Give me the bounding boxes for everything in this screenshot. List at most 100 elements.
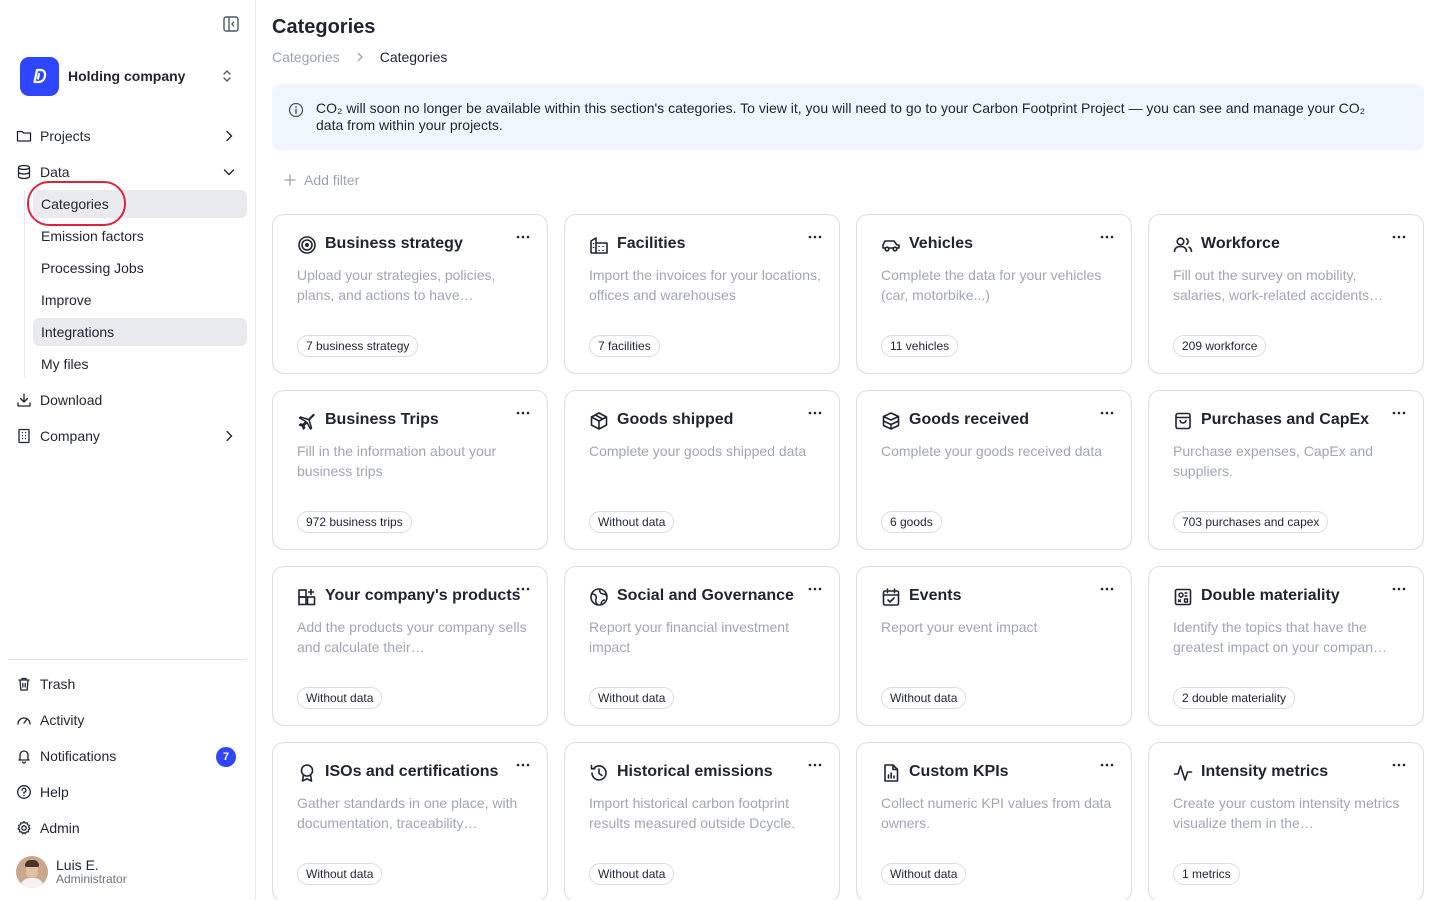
card-count-tag: 7 business strategy <box>297 335 419 357</box>
card-title: Goods received <box>909 411 1030 428</box>
category-card[interactable]: Goods shipped Complete your goods shipped… <box>564 390 840 550</box>
category-card[interactable]: Historical emissions Import historical ca… <box>564 742 840 900</box>
card-title: Custom KPIs <box>909 763 1009 780</box>
nav-help[interactable]: Help <box>8 778 248 806</box>
users-icon <box>1173 235 1193 255</box>
nav-projects[interactable]: Projects <box>8 122 248 150</box>
category-card[interactable]: Purchases and CapEx Purchase expenses, Ca… <box>1148 390 1424 550</box>
card-description: Complete your goods shipped data <box>589 443 807 459</box>
card-description: Gather standards in one place, with docu… <box>297 795 518 831</box>
nav-data[interactable]: Data <box>8 158 248 186</box>
card-count-tag: Without data <box>589 511 675 533</box>
category-card[interactable]: Your company's products Add the products … <box>272 566 548 726</box>
card-title: Workforce <box>1201 235 1280 252</box>
category-card[interactable]: Social and Governance Report your financi… <box>564 566 840 726</box>
sidebar-item-processing-jobs[interactable]: Processing Jobs <box>33 254 247 282</box>
category-card[interactable]: Business Trips Fill in the information ab… <box>272 390 548 550</box>
more-options-icon[interactable] <box>1099 229 1115 245</box>
plane-icon <box>297 411 317 431</box>
card-title: Historical emissions <box>617 763 773 780</box>
user-profile[interactable]: Luis E. Administrator <box>16 855 246 889</box>
more-options-icon[interactable] <box>515 757 531 773</box>
building-icon <box>589 235 609 255</box>
more-options-icon[interactable] <box>515 405 531 421</box>
card-description: Import the invoices for your locations, … <box>589 267 821 303</box>
database-icon <box>16 164 32 180</box>
nav-label: Notifications <box>40 748 117 764</box>
card-count-tag: 7 facilities <box>589 335 660 357</box>
more-options-icon[interactable] <box>1391 405 1407 421</box>
matrix-icon <box>1173 587 1193 607</box>
card-title: Business Trips <box>325 411 439 428</box>
category-card[interactable]: Vehicles Complete the data for your vehic… <box>856 214 1132 374</box>
calendar-icon <box>881 587 901 607</box>
nav-download[interactable]: Download <box>8 386 248 414</box>
car-icon <box>881 235 901 255</box>
gear-icon <box>16 820 32 836</box>
breadcrumb: Categories Categories <box>272 49 447 65</box>
org-switcher[interactable]: Holding company <box>20 56 240 96</box>
sidebar-collapse-icon[interactable] <box>222 15 240 33</box>
nav-company[interactable]: Company <box>8 422 248 450</box>
more-options-icon[interactable] <box>807 405 823 421</box>
card-title: Social and Governance <box>617 587 794 604</box>
sidebar-item-my-files[interactable]: My files <box>33 350 247 378</box>
more-options-icon[interactable] <box>1391 581 1407 597</box>
nav-activity[interactable]: Activity <box>8 706 248 734</box>
card-count-tag: Without data <box>881 863 967 885</box>
page-title: Categories <box>272 16 376 38</box>
more-options-icon[interactable] <box>515 229 531 245</box>
sidebar-item-integrations[interactable]: Integrations <box>33 318 247 346</box>
category-card[interactable]: ISOs and certifications Gather standards … <box>272 742 548 900</box>
card-count-tag: 209 workforce <box>1173 335 1267 357</box>
card-description: Identify the topics that have the greate… <box>1173 619 1387 655</box>
category-card[interactable]: Workforce Fill out the survey on mobility… <box>1148 214 1424 374</box>
card-description: Create your custom intensity metrics vis… <box>1173 795 1400 831</box>
more-options-icon[interactable] <box>1099 581 1115 597</box>
nav-notifications[interactable]: Notifications 7 <box>8 742 248 770</box>
add-filter-button[interactable]: Add filter <box>284 172 359 188</box>
chevron-right-icon <box>222 429 236 443</box>
category-card[interactable]: Events Report your event impact Without da… <box>856 566 1132 726</box>
nav-trash[interactable]: Trash <box>8 670 248 698</box>
card-count-tag: 1 metrics <box>1173 863 1240 885</box>
category-card[interactable]: Custom KPIs Collect numeric KPI values fr… <box>856 742 1132 900</box>
info-banner: CO₂ will soon no longer be available wit… <box>272 84 1424 150</box>
card-count-tag: Without data <box>297 863 383 885</box>
more-options-icon[interactable] <box>807 757 823 773</box>
card-description: Complete your goods received data <box>881 443 1103 459</box>
category-card[interactable]: Intensity metrics Create your custom inte… <box>1148 742 1424 900</box>
sidebar-item-categories[interactable]: Categories <box>33 190 247 218</box>
target-icon <box>297 235 317 255</box>
more-options-icon[interactable] <box>807 229 823 245</box>
more-options-icon[interactable] <box>1099 405 1115 421</box>
card-title: ISOs and certifications <box>325 763 499 780</box>
breadcrumb-current: Categories <box>379 49 448 65</box>
shopping-bag-icon <box>1173 411 1193 431</box>
card-description: Complete the data for your vehicles (car… <box>881 267 1102 303</box>
bell-icon <box>16 748 32 764</box>
card-count-tag: Without data <box>589 687 675 709</box>
more-options-icon[interactable] <box>1391 229 1407 245</box>
chevron-right-icon <box>222 129 236 143</box>
card-description: Upload your strategies, policies, plans,… <box>297 267 496 303</box>
category-card[interactable]: Goods received Complete your goods receiv… <box>856 390 1132 550</box>
category-card[interactable]: Business strategy Upload your strategies,… <box>272 214 548 374</box>
card-count-tag: Without data <box>297 687 383 709</box>
sidebar-item-improve[interactable]: Improve <box>33 286 247 314</box>
sidebar-item-emission-factors[interactable]: Emission factors <box>33 222 247 250</box>
globe-icon <box>589 587 609 607</box>
card-title: Purchases and CapEx <box>1201 411 1370 428</box>
grid-plus-icon <box>297 587 317 607</box>
category-card[interactable]: Facilities Import the invoices for your l… <box>564 214 840 374</box>
more-options-icon[interactable] <box>515 581 531 597</box>
category-card[interactable]: Double materiality Identify the topics th… <box>1148 566 1424 726</box>
more-options-icon[interactable] <box>1391 757 1407 773</box>
more-options-icon[interactable] <box>1099 757 1115 773</box>
more-options-icon[interactable] <box>807 581 823 597</box>
breadcrumb-link[interactable]: Categories <box>272 49 340 65</box>
card-description: Fill out the survey on mobility, salarie… <box>1173 267 1384 303</box>
card-description: Import historical carbon footprint resul… <box>589 795 796 831</box>
card-title: Goods shipped <box>617 411 734 428</box>
nav-admin[interactable]: Admin <box>8 814 248 842</box>
